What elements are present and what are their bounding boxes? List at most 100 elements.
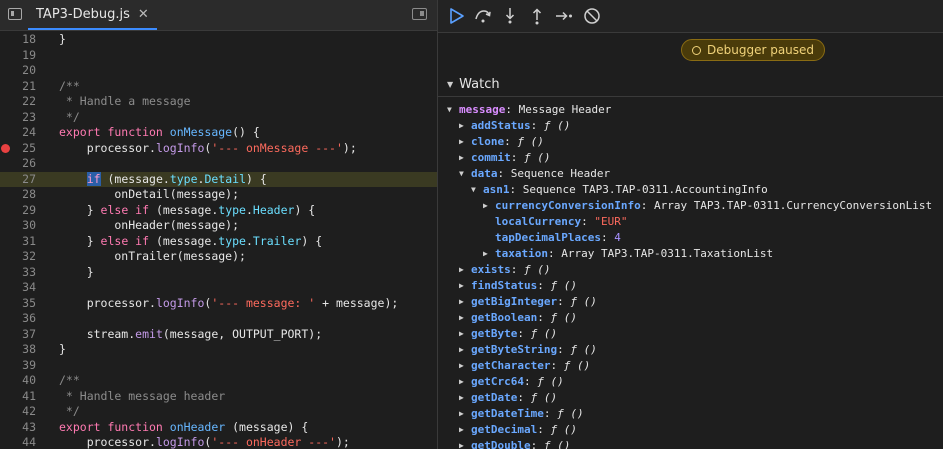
line-number[interactable]: 24 (0, 125, 36, 141)
code-line[interactable]: 26 (0, 156, 437, 172)
watch-item[interactable]: ▶ taxation: Array TAP3.TAP-0311.TaxationL… (438, 246, 943, 262)
watch-item[interactable]: ▶ findStatus: ƒ () (438, 278, 943, 294)
line-number[interactable]: 29 (0, 203, 36, 219)
chevron-right-icon[interactable]: ▶ (459, 358, 464, 374)
code-line[interactable]: 39 (0, 358, 437, 374)
watch-item[interactable]: localCurrency: "EUR" (438, 214, 943, 230)
code-line[interactable]: 28 onDetail(message); (0, 187, 437, 203)
chevron-down-icon[interactable]: ▼ (447, 102, 452, 118)
code-line[interactable]: 24 export function onMessage() { (0, 125, 437, 141)
code-line[interactable]: 19 (0, 48, 437, 64)
watch-item[interactable]: ▼ message: Message Header (438, 102, 943, 118)
code-line[interactable]: 23 */ (0, 110, 437, 126)
chevron-right-icon[interactable]: ▶ (459, 150, 464, 166)
watch-item[interactable]: ▶ getDecimal: ƒ () (438, 422, 943, 438)
code-line[interactable]: 35 processor.logInfo('--- message: ' + m… (0, 296, 437, 312)
step-icon[interactable] (555, 7, 573, 25)
line-number[interactable]: 43 (0, 420, 36, 436)
watch-item[interactable]: ▶ getBigInteger: ƒ () (438, 294, 943, 310)
watch-item[interactable]: ▶ getDateTime: ƒ () (438, 406, 943, 422)
code-line[interactable]: 30 onHeader(message); (0, 218, 437, 234)
line-number[interactable]: 32 (0, 249, 36, 265)
code-line[interactable]: 33 } (0, 265, 437, 281)
watch-item[interactable]: ▶ exists: ƒ () (438, 262, 943, 278)
line-number[interactable]: 22 (0, 94, 36, 110)
chevron-right-icon[interactable]: ▶ (459, 342, 464, 358)
line-number[interactable]: 41 (0, 389, 36, 405)
line-number[interactable]: 39 (0, 358, 36, 374)
tab-tap3-debug[interactable]: TAP3-Debug.js ✕ (28, 0, 157, 30)
code-line[interactable]: 41 * Handle message header (0, 389, 437, 405)
line-number[interactable]: 19 (0, 48, 36, 64)
line-number[interactable]: 23 (0, 110, 36, 126)
watch-item[interactable]: ▶ currencyConversionInfo: Array TAP3.TAP-… (438, 198, 943, 214)
watch-item[interactable]: ▶ getBoolean: ƒ () (438, 310, 943, 326)
line-number[interactable]: 28 (0, 187, 36, 203)
step-out-icon[interactable] (528, 7, 546, 25)
code-line[interactable]: 21 /** (0, 79, 437, 95)
code-line[interactable]: 37 stream.emit(message, OUTPUT_PORT); (0, 327, 437, 343)
line-number[interactable]: 36 (0, 311, 36, 327)
chevron-right-icon[interactable]: ▶ (459, 262, 464, 278)
watch-item[interactable]: ▶ getByte: ƒ () (438, 326, 943, 342)
chevron-down-icon[interactable]: ▼ (471, 182, 476, 198)
chevron-right-icon[interactable]: ▶ (459, 326, 464, 342)
toggle-sidebar-icon[interactable] (8, 8, 22, 20)
code-line[interactable]: 32 onTrailer(message); (0, 249, 437, 265)
code-line[interactable]: 40 /** (0, 373, 437, 389)
watch-item[interactable]: ▶ commit: ƒ () (438, 150, 943, 166)
chevron-right-icon[interactable]: ▶ (459, 374, 464, 390)
line-number[interactable]: 20 (0, 63, 36, 79)
line-number[interactable]: 33 (0, 265, 36, 281)
watch-item[interactable]: tapDecimalPlaces: 4 (438, 230, 943, 246)
chevron-right-icon[interactable]: ▶ (459, 118, 464, 134)
line-number[interactable]: 35 (0, 296, 36, 312)
code-line[interactable]: 31 } else if (message.type.Trailer) { (0, 234, 437, 250)
chevron-right-icon[interactable]: ▶ (459, 406, 464, 422)
watch-item[interactable]: ▶ addStatus: ƒ () (438, 118, 943, 134)
continue-icon[interactable] (448, 7, 466, 25)
chevron-down-icon[interactable]: ▼ (459, 166, 464, 182)
code-line[interactable]: 42 */ (0, 404, 437, 420)
chevron-right-icon[interactable]: ▶ (459, 438, 464, 449)
chevron-right-icon[interactable]: ▶ (459, 310, 464, 326)
watch-item[interactable]: ▶ getCrc64: ƒ () (438, 374, 943, 390)
code-line[interactable]: 38} (0, 342, 437, 358)
line-number[interactable]: 40 (0, 373, 36, 389)
watch-item[interactable]: ▶ clone: ƒ () (438, 134, 943, 150)
code-line[interactable]: 22 * Handle a message (0, 94, 437, 110)
watch-item[interactable]: ▶ getDouble: ƒ () (438, 438, 943, 449)
line-number[interactable]: 34 (0, 280, 36, 296)
watch-item[interactable]: ▶ getByteString: ƒ () (438, 342, 943, 358)
code-line[interactable]: 43 export function onHeader (message) { (0, 420, 437, 436)
code-line[interactable]: 36 (0, 311, 437, 327)
line-number[interactable]: 31 (0, 234, 36, 250)
watch-section-header[interactable]: ▼ Watch (438, 72, 943, 97)
code-line[interactable]: 34 (0, 280, 437, 296)
watch-item[interactable]: ▶ getCharacter: ƒ () (438, 358, 943, 374)
chevron-right-icon[interactable]: ▶ (459, 278, 464, 294)
deactivate-breakpoints-icon[interactable] (583, 7, 601, 25)
chevron-right-icon[interactable]: ▶ (459, 134, 464, 150)
line-number[interactable]: 44 (0, 435, 36, 449)
line-number[interactable]: 27 (0, 172, 36, 188)
step-over-icon[interactable] (474, 7, 492, 25)
code-editor[interactable]: 18} 19 20 21/** 22 * Handle a message 23 */24… (0, 30, 437, 449)
watch-item[interactable]: ▶ getDate: ƒ () (438, 390, 943, 406)
line-number[interactable]: 42 (0, 404, 36, 420)
line-number[interactable]: 37 (0, 327, 36, 343)
code-line[interactable]: 20 (0, 63, 437, 79)
step-into-icon[interactable] (501, 7, 519, 25)
code-line[interactable]: 18} (0, 32, 437, 48)
code-line[interactable]: 29 } else if (message.type.Header) { (0, 203, 437, 219)
code-line[interactable]: 25 processor.logInfo('--- onMessage ---'… (0, 141, 437, 157)
line-number[interactable]: 25 (0, 141, 36, 157)
code-line[interactable]: 44 processor.logInfo('--- onHeader ---')… (0, 435, 437, 449)
line-number[interactable]: 21 (0, 79, 36, 95)
chevron-right-icon[interactable]: ▶ (459, 294, 464, 310)
code-line[interactable]: 27 if (message.type.Detail) { (0, 171, 437, 188)
chevron-right-icon[interactable]: ▶ (459, 422, 464, 438)
watch-item[interactable]: ▼ asn1: Sequence TAP3.TAP-0311.Accounting… (438, 182, 943, 198)
chevron-right-icon[interactable]: ▶ (459, 390, 464, 406)
chevron-right-icon[interactable]: ▶ (483, 198, 488, 214)
